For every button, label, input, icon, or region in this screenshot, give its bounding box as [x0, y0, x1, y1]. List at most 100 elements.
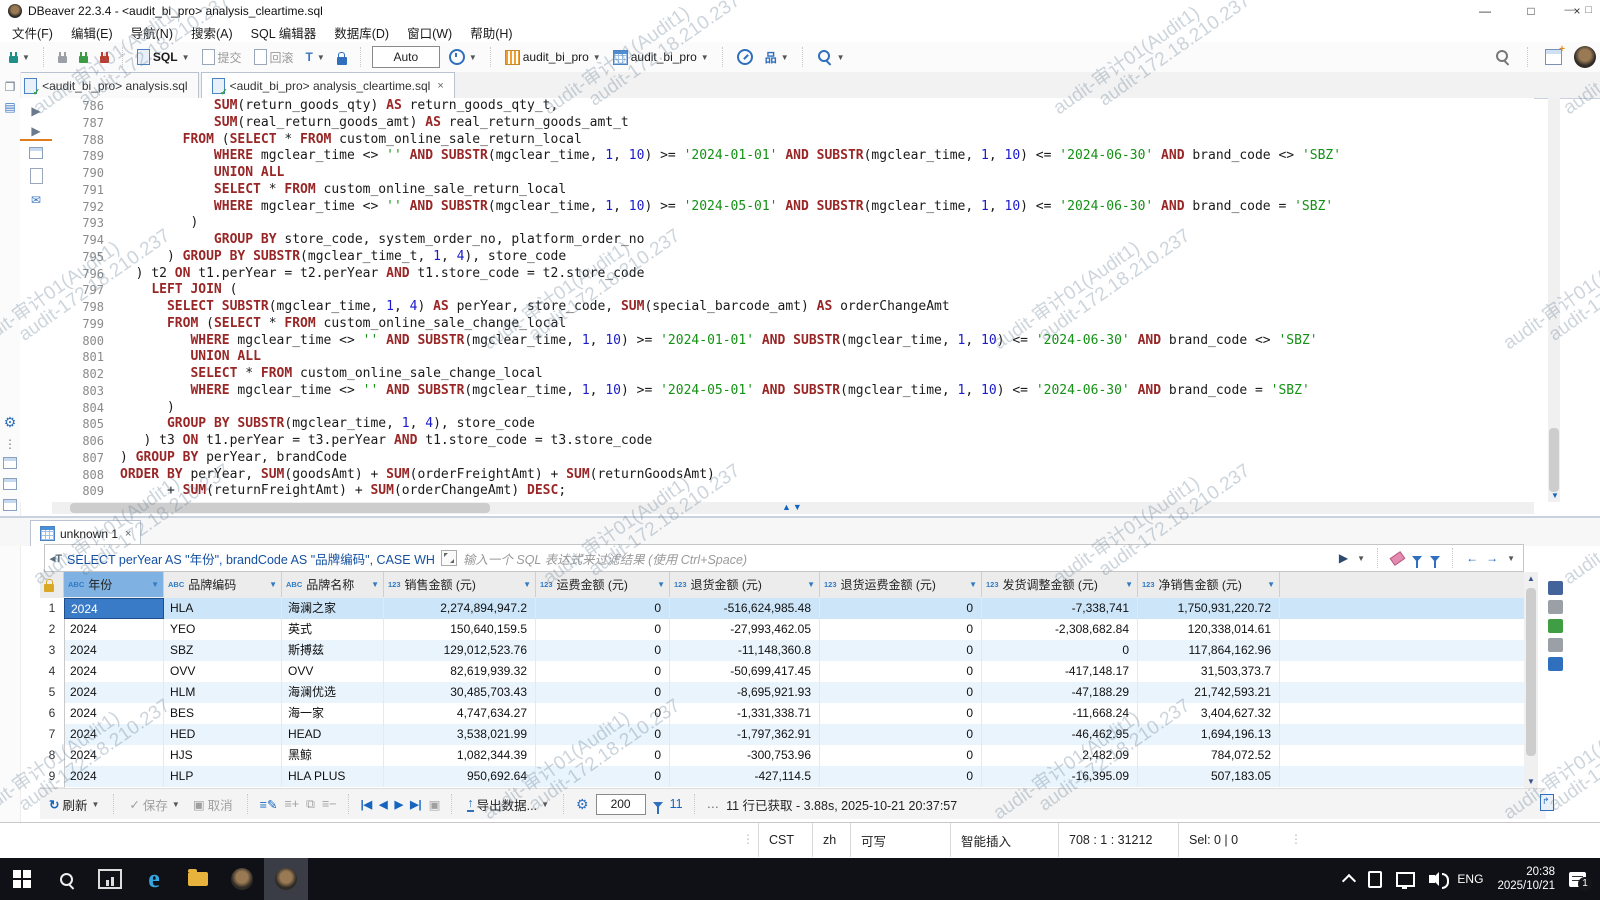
- edit-cell-icon[interactable]: ≡✎: [260, 797, 278, 812]
- row-number[interactable]: 3: [40, 640, 65, 662]
- file-view-icon[interactable]: [0, 478, 20, 493]
- script-doc-icon[interactable]: [20, 168, 52, 187]
- grid-cell[interactable]: 0: [536, 598, 670, 619]
- export-button[interactable]: ↑ 导出数据... ▼: [464, 793, 552, 816]
- grid-cell[interactable]: 950,692.64: [384, 766, 536, 787]
- dashboard-button[interactable]: [734, 47, 756, 67]
- grid-corner-cell[interactable]: [40, 572, 64, 597]
- filter-bar[interactable]: ◂T SELECT perYear AS "年份", brandCode AS …: [44, 544, 1524, 572]
- filter-icon[interactable]: [1430, 556, 1440, 562]
- dbeaver-perspective-icon[interactable]: [1574, 46, 1596, 68]
- column-header[interactable]: 123退货运费金额 (元)▼: [820, 572, 982, 597]
- grid-cell[interactable]: 2,274,894,947.2: [384, 598, 536, 619]
- menu-item[interactable]: 搜索(A): [191, 23, 233, 42]
- grid-cell[interactable]: 2024: [64, 598, 164, 619]
- row-number[interactable]: 7: [40, 724, 65, 746]
- grid-cell[interactable]: 海澜优选: [282, 682, 384, 703]
- first-row-icon[interactable]: |◀: [361, 798, 373, 811]
- menu-item[interactable]: 编辑(E): [71, 23, 113, 42]
- grid-cell[interactable]: 2024: [64, 640, 164, 661]
- scroll-down-icon[interactable]: ▼: [1548, 491, 1562, 500]
- grid-cell[interactable]: 2024: [64, 703, 164, 724]
- execute-statement-icon[interactable]: ▶: [20, 104, 52, 118]
- grid-cell[interactable]: HLA: [164, 598, 282, 619]
- result-tab-unknown1[interactable]: unknown 1 ×: [30, 520, 141, 546]
- grid-cell[interactable]: -1,331,338.71: [670, 703, 820, 724]
- next-row-icon[interactable]: ▶: [395, 798, 403, 811]
- grid-cell[interactable]: 0: [820, 640, 982, 661]
- project-view-icon[interactable]: [0, 457, 20, 472]
- grid-cell[interactable]: -46,462.95: [982, 724, 1138, 745]
- grid-cell[interactable]: HLA PLUS: [282, 766, 384, 787]
- grid-cell[interactable]: 2024: [64, 766, 164, 787]
- grid-cell[interactable]: 82,619,939.32: [384, 661, 536, 682]
- quick-search-icon[interactable]: [1496, 50, 1508, 62]
- grid-cell[interactable]: 0: [820, 619, 982, 640]
- transaction-log-button[interactable]: T▼: [303, 48, 328, 66]
- row-number[interactable]: 2: [40, 619, 65, 641]
- grid-cell[interactable]: -427,114.5: [670, 766, 820, 787]
- column-header[interactable]: 123净销售金额 (元)▼: [1138, 572, 1280, 597]
- sort-icon[interactable]: ▼: [371, 580, 379, 589]
- file-explorer-button[interactable]: [176, 858, 220, 900]
- tx-history-button[interactable]: ▼: [446, 47, 480, 67]
- prev-row-icon[interactable]: ◀: [379, 798, 387, 811]
- cancel-button[interactable]: ▣ 取消: [190, 793, 236, 816]
- grid-cell[interactable]: 2,482.09: [982, 745, 1138, 766]
- grid-cell[interactable]: -11,668.24: [982, 703, 1138, 724]
- grid-cell[interactable]: -11,148,360.8: [670, 640, 820, 661]
- filter-expression[interactable]: SELECT perYear AS "年份", brandCode AS "品牌…: [67, 549, 435, 568]
- history-dropdown-icon[interactable]: ▼: [1507, 554, 1515, 563]
- dbeaver-taskbar-button[interactable]: [264, 858, 308, 900]
- edit-filter-icon[interactable]: [1412, 556, 1422, 562]
- row-number[interactable]: 8: [40, 745, 65, 767]
- menu-item[interactable]: 帮助(H): [470, 23, 512, 42]
- references-panel-icon[interactable]: [1548, 657, 1563, 671]
- more-options-icon[interactable]: ⋮: [0, 437, 20, 451]
- grid-cell[interactable]: BES: [164, 703, 282, 724]
- value-viewer-icon[interactable]: [1548, 600, 1563, 614]
- connection-selector[interactable]: audit_bi_pro ▼: [502, 48, 604, 67]
- maximize-button[interactable]: □: [1508, 0, 1554, 22]
- open-perspective-icon[interactable]: [1545, 49, 1562, 65]
- grid-cell[interactable]: HEAD: [282, 724, 384, 745]
- grid-cell[interactable]: 0: [536, 724, 670, 745]
- sort-icon[interactable]: ▼: [657, 580, 665, 589]
- menu-item[interactable]: 数据库(D): [334, 23, 389, 42]
- last-row-icon[interactable]: ▶|: [410, 798, 422, 811]
- grid-cell[interactable]: 0: [820, 682, 982, 703]
- grid-cell[interactable]: 1,082,344.39: [384, 745, 536, 766]
- scroll-up-icon[interactable]: ▲: [1524, 574, 1538, 583]
- minimize-view-icon[interactable]: —: [1564, 4, 1575, 16]
- save-button[interactable]: ✓ 保存 ▼: [126, 793, 182, 816]
- edge-button[interactable]: e: [132, 858, 176, 900]
- sash-toggle-icons[interactable]: ▲▼: [782, 502, 804, 512]
- grid-cell[interactable]: SBZ: [164, 640, 282, 661]
- calc-panel-icon[interactable]: [1548, 619, 1563, 633]
- grid-cell[interactable]: 黑鲸: [282, 745, 384, 766]
- grid-cell[interactable]: 150,640,159.5: [384, 619, 536, 640]
- grid-cell[interactable]: 2024: [64, 745, 164, 766]
- grid-cell[interactable]: -1,797,362.91: [670, 724, 820, 745]
- grid-cell[interactable]: 海一家: [282, 703, 384, 724]
- grid-cell[interactable]: HLP: [164, 766, 282, 787]
- grid-cell[interactable]: 0: [536, 619, 670, 640]
- grid-cell[interactable]: -417,148.17: [982, 661, 1138, 682]
- clear-filter-icon[interactable]: [1390, 551, 1406, 566]
- row-number[interactable]: 6: [40, 703, 65, 725]
- grid-cell[interactable]: 2024: [64, 619, 164, 640]
- column-header[interactable]: ABC年份▼: [64, 572, 164, 597]
- grid-cell[interactable]: 21,742,593.21: [1138, 682, 1280, 703]
- grid-cell[interactable]: 0: [820, 703, 982, 724]
- outline-view-icon[interactable]: [0, 499, 20, 514]
- new-connection-button[interactable]: ▼: [6, 49, 33, 65]
- editor-vertical-scrollbar[interactable]: ▼: [1548, 98, 1560, 502]
- grid-cell[interactable]: 0: [820, 661, 982, 682]
- editor-tab[interactable]: ✓<audit_bi_pro> analysis_cleartime.sql×: [201, 72, 455, 98]
- grid-cell[interactable]: 507,183.05: [1138, 766, 1280, 787]
- column-header[interactable]: ABC品牌名称▼: [282, 572, 384, 597]
- disconnect-button[interactable]: [97, 49, 112, 65]
- grid-cell[interactable]: 2024: [64, 682, 164, 703]
- grid-cell[interactable]: -300,753.96: [670, 745, 820, 766]
- duplicate-row-icon[interactable]: ⧉: [306, 797, 315, 812]
